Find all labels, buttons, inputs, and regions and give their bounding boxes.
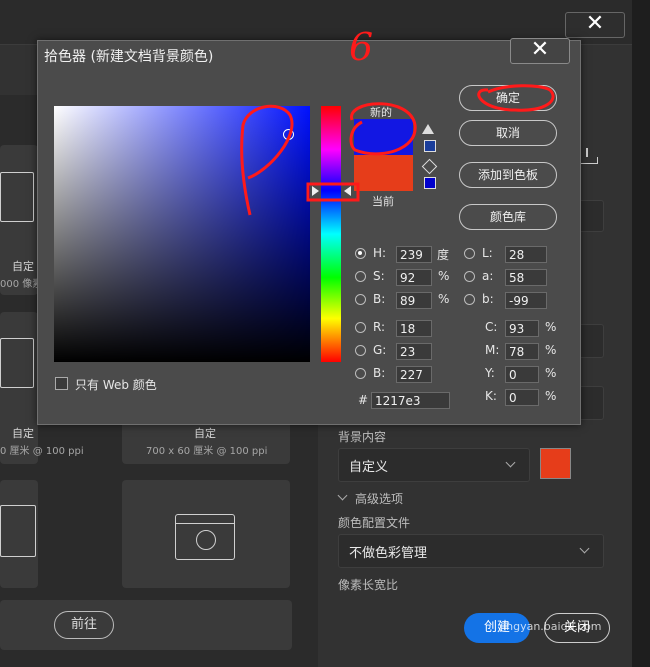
radio-h[interactable] — [355, 248, 366, 259]
label-lab-b: b: — [482, 292, 494, 306]
in-gamut-color-square[interactable] — [424, 140, 436, 152]
hue-slider-left-arrow[interactable] — [312, 186, 319, 196]
radio-lab-a[interactable] — [464, 271, 475, 282]
go-button[interactable]: 前往 — [54, 611, 114, 639]
saturation-brightness-field[interactable] — [54, 106, 310, 362]
preset-name: 自定 — [194, 427, 216, 440]
watermark: jingyan.baidu.com — [500, 620, 602, 633]
field-dropdown[interactable] — [578, 324, 604, 358]
radio-lab-b[interactable] — [464, 294, 475, 305]
input-b[interactable]: 89 — [396, 292, 432, 309]
unit-percent: % — [545, 343, 557, 357]
pixel-aspect-label: 像素长宽比 — [338, 578, 399, 592]
label-c: C: — [485, 320, 498, 334]
hue-slider-right-arrow[interactable] — [344, 186, 351, 196]
field-dropdown[interactable] — [578, 200, 604, 232]
new-color-swatch — [354, 119, 413, 155]
label-s: S: — [373, 269, 385, 283]
save-preset-icon[interactable] — [578, 148, 598, 164]
radio-r[interactable] — [355, 322, 366, 333]
hex-input[interactable]: 1217e3 — [371, 392, 450, 409]
cancel-button[interactable]: 取消 — [459, 120, 557, 146]
label-h: H: — [373, 246, 387, 260]
label-lab-a: a: — [482, 269, 494, 283]
label-r: R: — [373, 320, 386, 334]
bg-content-select[interactable]: 自定义 — [338, 448, 530, 482]
picker-close-button[interactable]: ✕ — [510, 38, 570, 64]
web-browser-icon — [175, 514, 235, 560]
bg-content-value: 自定义 — [349, 460, 389, 475]
input-m[interactable]: 78 — [505, 343, 539, 360]
input-s[interactable]: 92 — [396, 269, 432, 286]
label-k: K: — [485, 389, 497, 403]
input-g[interactable]: 23 — [396, 343, 432, 360]
radio-rgb-b[interactable] — [355, 368, 366, 379]
unit-percent: % — [438, 292, 450, 306]
new-color-label: 新的 — [370, 106, 392, 119]
input-r[interactable]: 18 — [396, 320, 432, 337]
radio-lab-l[interactable] — [464, 248, 475, 259]
add-to-swatches-button[interactable]: 添加到色板 — [459, 162, 557, 188]
web-safe-color-square[interactable] — [424, 177, 436, 189]
input-lab-b[interactable]: -99 — [505, 292, 547, 309]
input-c[interactable]: 93 — [505, 320, 539, 337]
advanced-options-toggle[interactable]: 高级选项 — [355, 490, 403, 507]
label-rgb-b: B: — [373, 366, 386, 380]
preset-name: 自定 — [12, 427, 34, 440]
current-color-label: 当前 — [372, 195, 394, 208]
input-lab-a[interactable]: 58 — [505, 269, 547, 286]
chevron-down-icon — [579, 543, 590, 554]
radio-s[interactable] — [355, 271, 366, 282]
label-y: Y: — [485, 366, 495, 380]
label-b: B: — [373, 292, 386, 306]
input-lab-l[interactable]: 28 — [505, 246, 547, 263]
current-color-swatch[interactable] — [354, 155, 413, 191]
color-profile-select[interactable]: 不做色彩管理 — [338, 534, 604, 568]
gamut-warning-icon[interactable] — [422, 124, 434, 134]
document-icon — [0, 505, 36, 557]
label-m: M: — [485, 343, 500, 357]
document-icon — [0, 338, 34, 388]
radio-b[interactable] — [355, 294, 366, 305]
color-selector-circle[interactable] — [283, 129, 294, 140]
unit-percent: % — [545, 366, 557, 380]
hue-slider[interactable] — [321, 106, 341, 362]
preset-size: 000 像素 — [0, 279, 43, 290]
unit-degree: 度 — [437, 248, 450, 262]
web-colors-only-checkbox[interactable] — [55, 377, 68, 390]
preset-name: 自定 — [12, 260, 34, 273]
label-lab-l: L: — [482, 246, 493, 260]
label-g: G: — [373, 343, 387, 357]
color-profile-label: 颜色配置文件 — [338, 516, 411, 530]
chevron-down-icon — [505, 457, 516, 468]
unit-percent: % — [545, 320, 557, 334]
document-icon — [0, 172, 34, 222]
color-profile-value: 不做色彩管理 — [349, 546, 428, 561]
preset-size: 700 x 60 厘米 @ 100 ppi — [146, 446, 268, 457]
color-picker-title: 拾色器 (新建文档背景颜色) — [44, 49, 214, 65]
bottom-bar — [0, 600, 292, 650]
unit-percent: % — [438, 269, 450, 283]
input-k[interactable]: 0 — [505, 389, 539, 406]
field-dropdown[interactable] — [578, 386, 604, 420]
radio-g[interactable] — [355, 345, 366, 356]
color-libraries-button[interactable]: 颜色库 — [459, 204, 557, 230]
web-colors-only-label: 只有 Web 颜色 — [75, 378, 157, 392]
ok-button[interactable]: 确定 — [459, 85, 557, 111]
bg-content-label: 背景内容 — [338, 430, 387, 444]
preset-size: 0 厘米 @ 100 ppi — [0, 446, 84, 457]
unit-percent: % — [545, 389, 557, 403]
input-y[interactable]: 0 — [505, 366, 539, 383]
dialog-close-button[interactable]: ✕ — [565, 12, 625, 38]
input-rgb-b[interactable]: 227 — [396, 366, 432, 383]
bg-color-swatch[interactable] — [540, 448, 571, 479]
input-h[interactable]: 239 — [396, 246, 432, 263]
hex-label: # — [358, 393, 369, 407]
